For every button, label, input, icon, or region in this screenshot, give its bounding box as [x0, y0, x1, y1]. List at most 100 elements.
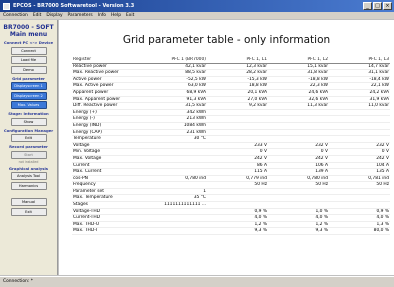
- displayscreen-1-button[interactable]: Displayscreen 1: [10, 82, 47, 90]
- table-cell: [207, 122, 268, 130]
- close-button[interactable]: ×: [383, 2, 392, 10]
- max-values-button[interactable]: Max. Values: [10, 101, 47, 109]
- table-row: Max. THD-I 9,3 % 9,3 % 80,0 %: [72, 227, 390, 236]
- maximize-button[interactable]: □: [373, 2, 382, 10]
- register-label: Current-THD: [72, 214, 146, 222]
- table-cell: 9,3 %: [268, 227, 329, 236]
- minimize-button[interactable]: _: [363, 2, 372, 10]
- table-cell: [146, 168, 207, 176]
- table-row: Max. Temperature 35 °C: [72, 194, 390, 203]
- main-panel: Grid parameter table - only information …: [59, 20, 394, 275]
- section-stage-information: Stage: Information: [8, 111, 49, 116]
- table-cell: 0,9 %: [329, 208, 390, 216]
- table-cell: [329, 122, 390, 130]
- table-row: Diff. Reactive power 31,5 kvar 9,2 kvar 11,…: [72, 102, 390, 110]
- register-label: cos-PN: [72, 175, 146, 183]
- table-row: Stages 1111111111111 ...: [72, 201, 390, 209]
- table-cell: [329, 194, 390, 203]
- table-cell: 1,0 %: [268, 208, 329, 216]
- menu-parameters[interactable]: Parameters: [68, 13, 93, 18]
- table-cell: 0,9 %: [207, 208, 268, 216]
- section-graphical-analysis: Graphical analysis: [8, 165, 49, 171]
- table-cell: 91,3 kVA: [146, 96, 207, 104]
- table-cell: [268, 201, 329, 209]
- page-title: Grid parameter table - only information: [122, 34, 331, 46]
- table-cell: 68,9 kVA: [146, 89, 207, 97]
- menu-connection[interactable]: Connection: [3, 13, 28, 18]
- table-cell: [268, 135, 329, 143]
- table-cell: 0 V: [329, 148, 390, 156]
- table-cell: 80,0 %: [329, 227, 390, 236]
- manual-button[interactable]: Manual: [10, 198, 47, 206]
- table-cell: 9,2 kvar: [207, 102, 268, 110]
- grid-parameter-table: Register PFC 1 (BR7000) PFC 1, L1 PFC 1, L2…: [72, 57, 390, 236]
- table-cell: 24,2 kVA: [329, 89, 390, 97]
- table-cell: 15,1 kvar: [268, 63, 329, 71]
- table-row: Apparent power 68,9 kVA 20,1 kVA 24,6 kVA 24…: [72, 89, 390, 97]
- table-cell: 232 V: [268, 142, 329, 150]
- table-cell: 0,779 ind: [207, 175, 268, 183]
- table-cell: [207, 201, 268, 209]
- menu-edit[interactable]: Edit: [33, 13, 42, 18]
- table-row: Reactive power 42,1 kvar 12,3 kvar 15,1 kva…: [72, 63, 390, 71]
- analysis-tool-button[interactable]: Analysis Tool: [10, 172, 47, 180]
- table-cell: 11,3 kvar: [268, 102, 329, 110]
- status-text: Connection: *: [3, 279, 33, 284]
- table-cell: 31,9 kVA: [329, 96, 390, 104]
- table-cell: 342 kWh: [146, 109, 207, 117]
- harmonics-button[interactable]: Harmonics: [10, 181, 47, 190]
- sidebar-title: BR7000 - SOFT: [3, 24, 54, 31]
- table-cell: 1,2 %: [207, 221, 268, 229]
- table-cell: [207, 135, 268, 143]
- table-cell: [207, 129, 268, 137]
- edit-button[interactable]: Edit: [10, 134, 47, 142]
- status-bar: Connection: *: [0, 276, 394, 287]
- table-cell: 213 kWh: [146, 115, 207, 123]
- table-cell: 1111111111111 ...: [146, 201, 207, 209]
- table-row: Energy (-) 213 kWh: [72, 115, 390, 123]
- table-cell: 242 V: [329, 155, 390, 163]
- menu-exit[interactable]: Exit: [126, 13, 134, 18]
- connect-button[interactable]: Connect: [10, 46, 47, 55]
- table-cell: 11,0 kvar: [329, 102, 390, 110]
- exit-button[interactable]: Exit: [10, 207, 47, 216]
- register-label: Current: [72, 162, 146, 170]
- show-button[interactable]: Show: [10, 117, 47, 126]
- menu-help[interactable]: Help: [111, 13, 121, 18]
- table-row: Temperature 30 °C: [72, 135, 390, 143]
- table-cell: 1084 kWh: [146, 122, 207, 130]
- table-row: Energy (CAP) 231 kWh: [72, 129, 390, 137]
- menu-display[interactable]: Display: [46, 13, 62, 18]
- register-label: Apparent power: [72, 89, 146, 97]
- register-label: Max. Temperature: [72, 194, 146, 203]
- table-cell: -18,8 kW: [268, 76, 329, 84]
- table-cell: 242 V: [268, 155, 329, 163]
- table-row: Energy (+) 342 kWh: [72, 109, 390, 117]
- table-cell: 88,5 kvar: [146, 69, 207, 77]
- table-cell: 135 A: [329, 168, 390, 176]
- table-cell: 24,6 kVA: [268, 89, 329, 97]
- register-label: Min. Voltage: [72, 148, 146, 156]
- register-label: Energy (IND): [72, 122, 146, 130]
- menu-info[interactable]: Info: [98, 13, 106, 18]
- table-cell: 31,8 kvar: [268, 69, 329, 77]
- table-cell: 50 Hz: [268, 181, 329, 189]
- table-cell: 115 A: [207, 168, 268, 176]
- table-row: Energy (IND) 1084 kWh: [72, 122, 390, 130]
- table-cell: 32,6 kVA: [268, 96, 329, 104]
- load-file-button[interactable]: Load file: [10, 56, 47, 64]
- register-label: Max. Active power: [72, 82, 146, 90]
- table-cell: [207, 115, 268, 123]
- table-cell: [146, 142, 207, 150]
- table-cell: [146, 148, 207, 156]
- displayscreen-2-button[interactable]: Displayscreen 2: [10, 91, 47, 100]
- table-row: Parameter set 1: [72, 188, 390, 196]
- demo-button[interactable]: Demo: [10, 65, 47, 74]
- table-cell: 12,3 kvar: [207, 63, 268, 71]
- table-row: Active power -52,5 kW -15,3 kW -18,8 kW -18,…: [72, 76, 390, 84]
- table-cell: 104 A: [329, 162, 390, 170]
- table-cell: 139 A: [268, 168, 329, 176]
- table-cell: -18,4 kW: [329, 76, 390, 84]
- start-button[interactable]: Start: [10, 150, 47, 159]
